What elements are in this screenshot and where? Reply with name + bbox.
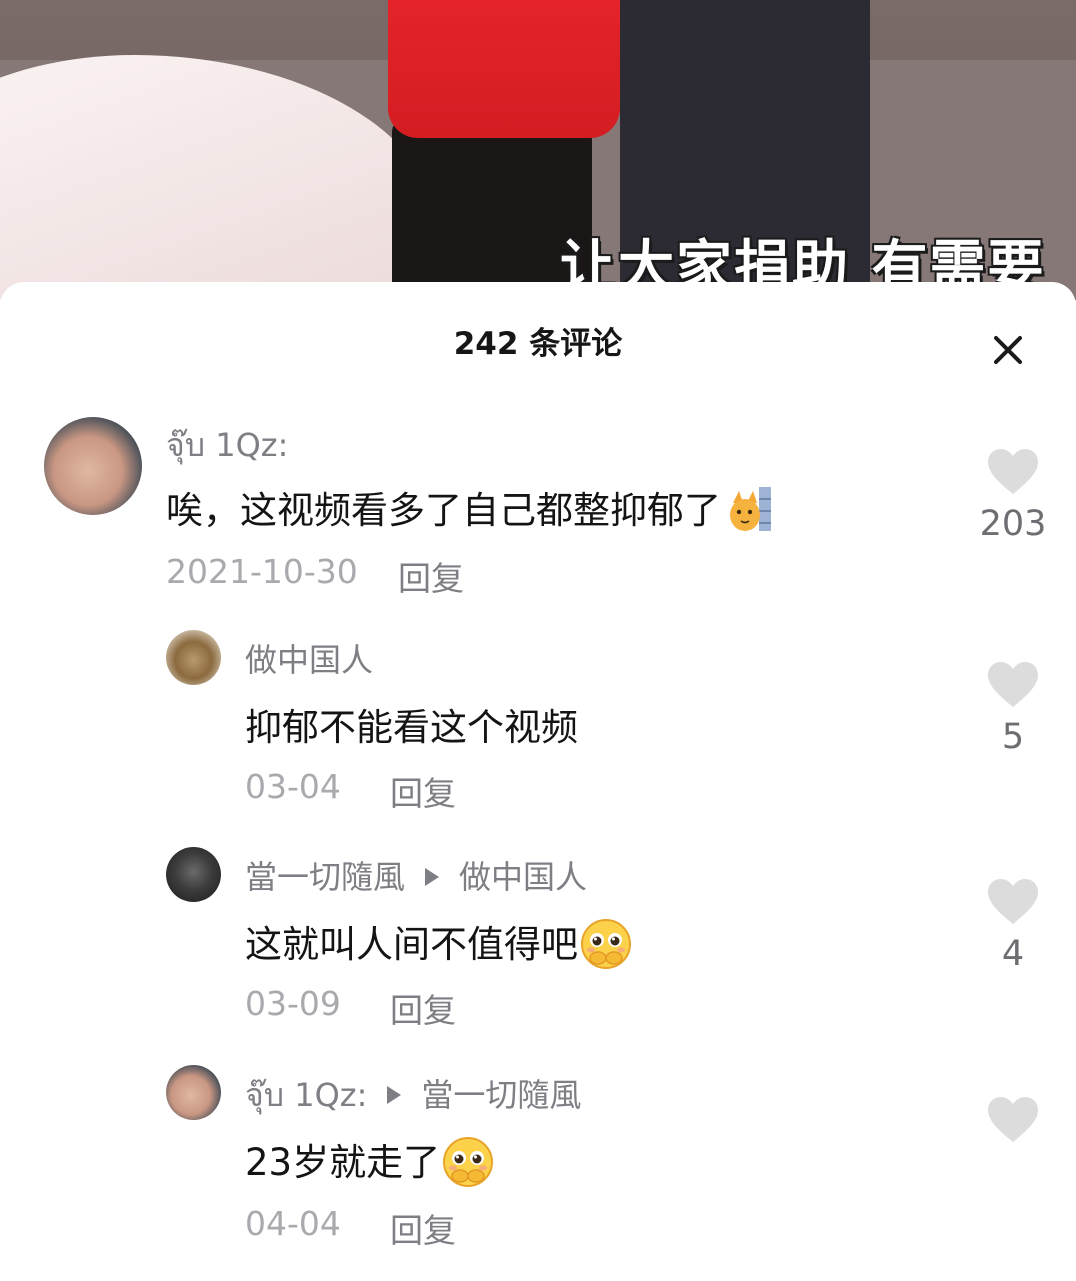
avatar[interactable] (166, 1065, 221, 1120)
comment-date: 03-04 (245, 767, 341, 806)
avatar[interactable] (166, 630, 221, 685)
reply-arrow-icon (387, 1086, 402, 1104)
like-count: 5 (1001, 717, 1025, 757)
reply-item: 當一切隨風 做中国人 这就叫人间不值得吧 03-09 回复 4 (0, 844, 1076, 1034)
comment-text-content: 这就叫人间不值得吧 (245, 923, 578, 966)
avatar[interactable] (44, 417, 142, 515)
video-frame: 让大家捐助 有需要 (0, 0, 1076, 300)
like-button[interactable]: 203 (978, 448, 1048, 544)
comment-author[interactable]: จุ๊บ 1Qz: (166, 420, 288, 471)
comment-author[interactable]: 做中国人 (245, 635, 373, 681)
reply-item: 做中国人 抑郁不能看这个视频 03-04 回复 5 (0, 627, 1076, 817)
comments-sheet: 242 条评论 จุ๊บ 1Qz: 唉，这视频看多了自己都整抑郁了 2021-1… (0, 282, 1076, 1281)
pleading-face-emoji-icon (580, 918, 632, 970)
reply-button[interactable]: 回复 (390, 984, 456, 1032)
comment-text: 唉，这视频看多了自己都整抑郁了 (166, 480, 773, 541)
reply-target-name[interactable]: 當一切隨風 (421, 1076, 581, 1114)
comment-author-name[interactable]: 當一切隨風 (245, 858, 405, 896)
avatar[interactable] (166, 847, 221, 902)
comments-count-title: 242 条评论 (453, 326, 623, 362)
comment-text: 23岁就走了 (245, 1132, 494, 1194)
comment-text-content: 唉，这视频看多了自己都整抑郁了 (166, 489, 721, 532)
close-button[interactable] (986, 328, 1030, 372)
reply-item: จุ๊บ 1Qz: 當一切隨風 23岁就走了 04-04 回复 (0, 1062, 1076, 1262)
comment-author: 當一切隨風 做中国人 (245, 852, 587, 898)
heart-icon (988, 1097, 1038, 1142)
like-button[interactable] (978, 1096, 1048, 1152)
like-button[interactable]: 5 (978, 661, 1048, 757)
comment-text: 抑郁不能看这个视频 (245, 706, 578, 749)
pleading-face-emoji-icon (442, 1136, 494, 1188)
comment-text: 这就叫人间不值得吧 (245, 914, 632, 976)
reply-button[interactable]: 回复 (390, 767, 456, 815)
heart-icon (988, 449, 1038, 494)
reply-button[interactable]: 回复 (390, 1204, 456, 1252)
heart-icon (988, 662, 1038, 707)
cat-peeking-emoji-icon (729, 485, 773, 533)
comment-date: 03-09 (245, 984, 341, 1023)
comment-date: 04-04 (245, 1204, 341, 1243)
close-icon (994, 336, 1022, 364)
reply-target-name[interactable]: 做中国人 (459, 858, 587, 896)
comment-author: จุ๊บ 1Qz: 當一切隨風 (245, 1070, 581, 1121)
like-count: 4 (1001, 934, 1025, 974)
heart-icon (988, 879, 1038, 924)
reply-arrow-icon (425, 868, 440, 886)
like-button[interactable]: 4 (978, 878, 1048, 974)
video-person-jacket (388, 0, 620, 138)
comment-author-name[interactable]: จุ๊บ 1Qz: (245, 1076, 367, 1114)
comment-item: จุ๊บ 1Qz: 唉，这视频看多了自己都整抑郁了 2021-10-30 回复 (0, 412, 1076, 602)
comment-date: 2021-10-30 (166, 552, 358, 591)
comment-text-content: 23岁就走了 (245, 1141, 441, 1184)
reply-button[interactable]: 回复 (398, 552, 464, 600)
like-count: 203 (979, 504, 1047, 544)
